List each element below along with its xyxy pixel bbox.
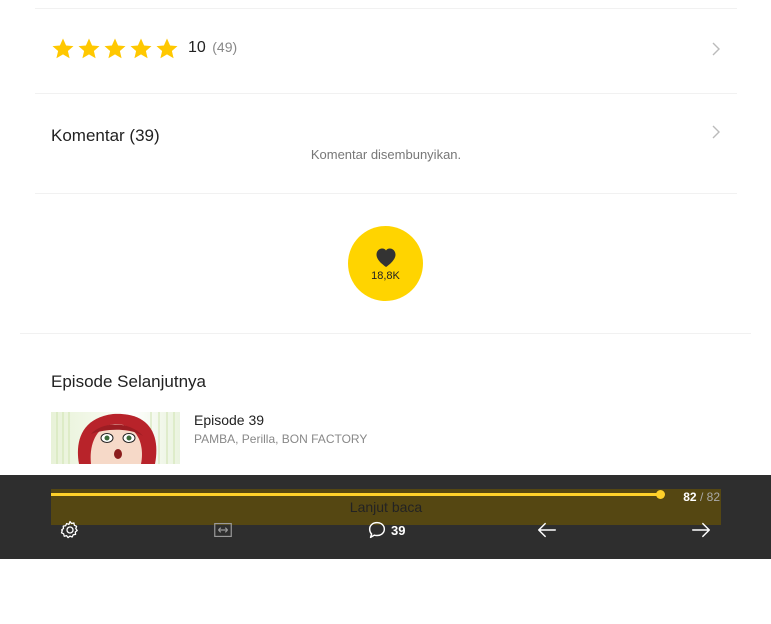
gear-icon[interactable] <box>59 519 81 541</box>
star-icon <box>156 38 178 59</box>
episode-thumbnail[interactable] <box>51 412 180 464</box>
next-episode-heading: Episode Selanjutnya <box>51 372 207 391</box>
star-icon <box>52 38 74 59</box>
arrow-right-icon[interactable] <box>690 519 712 541</box>
like-button[interactable]: 18,8K <box>348 226 423 301</box>
divider <box>20 333 751 334</box>
page-separator: / <box>699 490 704 504</box>
divider <box>35 193 737 194</box>
star-icon <box>104 38 126 59</box>
page-counter: 82 / 82 <box>683 490 720 504</box>
comments-title: Komentar (39) <box>51 126 160 145</box>
chevron-right-icon[interactable] <box>711 125 721 139</box>
rating-row[interactable]: 10 (49) <box>35 10 737 88</box>
progress-handle[interactable] <box>656 490 665 499</box>
heart-icon <box>376 248 395 267</box>
comments-section[interactable]: Komentar (39) Komentar disembunyikan. <box>35 100 737 190</box>
progress-slider[interactable] <box>51 490 665 499</box>
next-episode-authors: PAMBA, Perilla, BON FACTORY <box>194 432 368 446</box>
star-icon <box>130 38 152 59</box>
page-current: 82 <box>683 490 697 504</box>
like-count: 18,8K <box>371 269 400 282</box>
divider <box>35 93 737 94</box>
episode-end-page: 10 (49) Komentar (39) Komentar disembuny… <box>0 0 771 624</box>
reader-toolbar: Lanjut baca 82 / 82 39 <box>0 475 771 559</box>
star-icon <box>78 38 100 59</box>
rating-count: (49) <box>212 39 238 55</box>
divider <box>35 8 737 9</box>
rating-score: 10 (49) <box>188 39 237 57</box>
comment-icon[interactable] <box>366 519 388 541</box>
comments-hidden-note: Komentar disembunyikan. <box>310 147 462 162</box>
episode-thumbnail-art <box>56 412 175 464</box>
arrow-left-icon[interactable] <box>536 519 558 541</box>
star-rating <box>51 37 179 61</box>
page-total: 82 <box>706 490 720 504</box>
next-episode-title[interactable]: Episode 39 <box>194 412 264 428</box>
rating-value: 10 <box>188 39 206 56</box>
comment-count[interactable]: 39 <box>391 523 405 538</box>
chevron-right-icon[interactable] <box>711 42 721 56</box>
progress-fill <box>51 493 661 496</box>
fit-width-icon[interactable] <box>212 519 234 541</box>
